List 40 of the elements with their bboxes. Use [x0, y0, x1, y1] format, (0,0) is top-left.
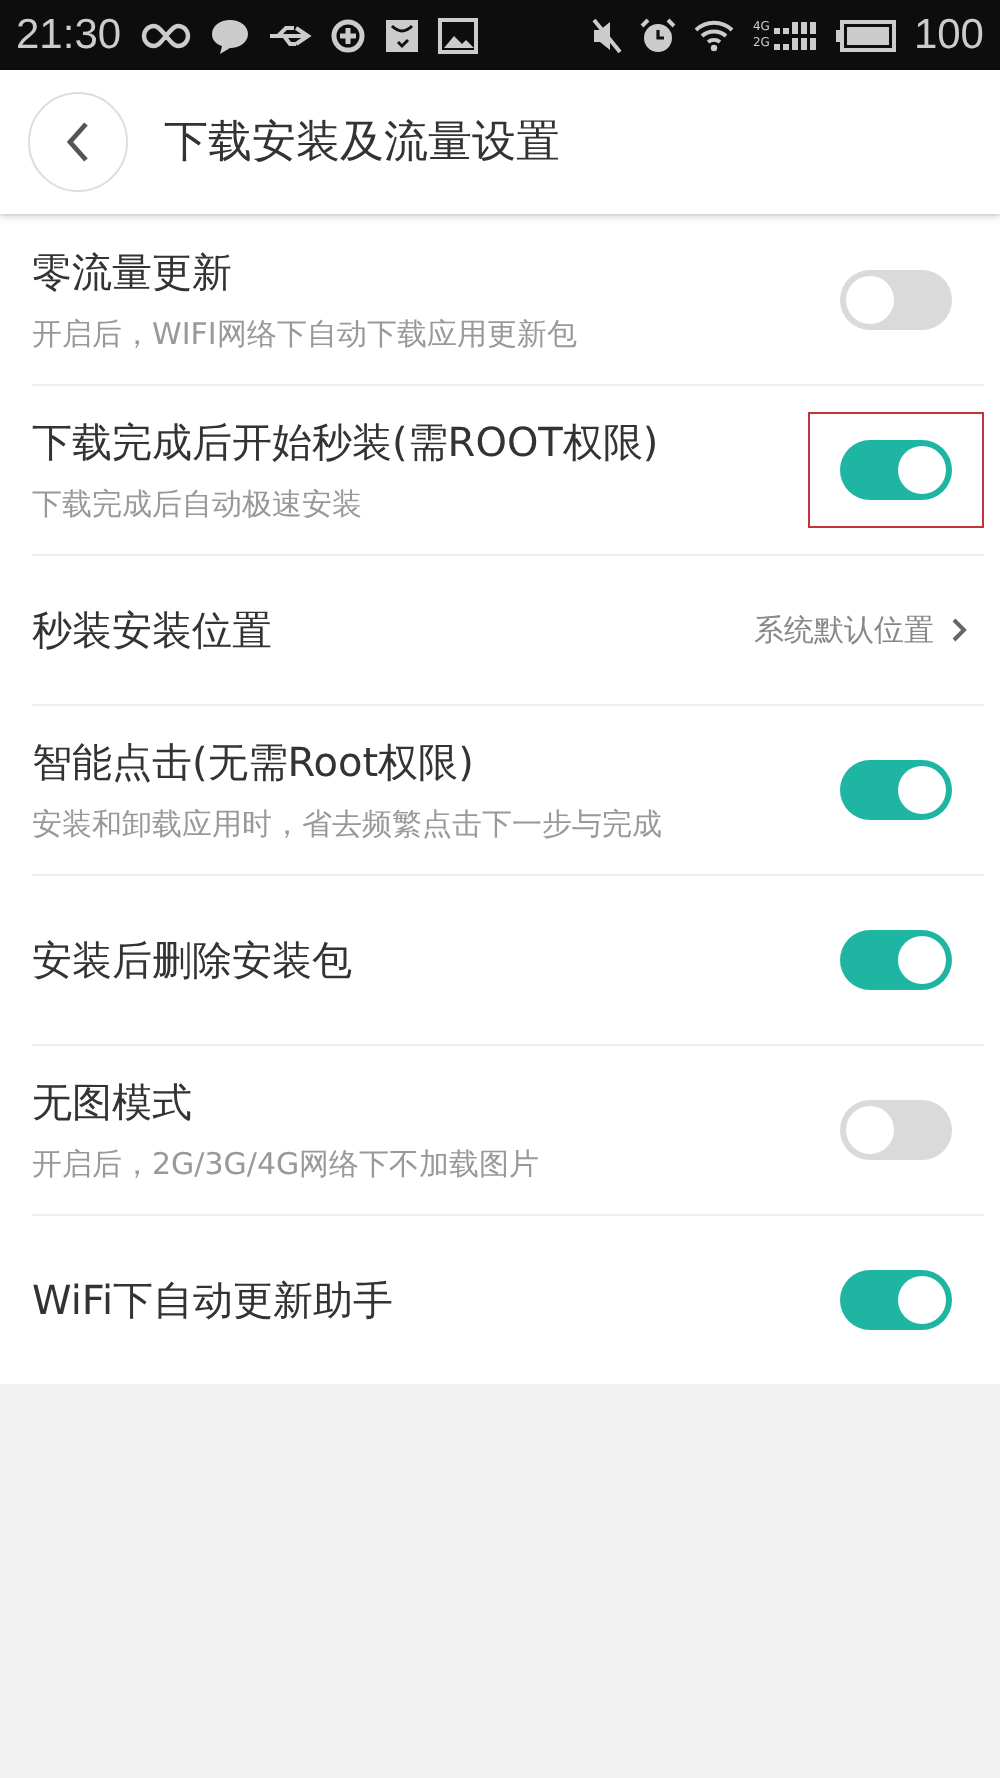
battery-icon: [835, 19, 896, 51]
chevron-right-icon: [950, 616, 968, 644]
setting-title: 安装后删除安装包: [32, 933, 352, 987]
inbox-check-icon: [383, 17, 420, 53]
setting-row[interactable]: WiFi下自动更新助手: [32, 1216, 984, 1384]
wifi-icon: [694, 19, 735, 51]
setting-description: 开启后，2G/3G/4G网络下不加载图片: [32, 1146, 540, 1184]
setting-title: 零流量更新: [32, 246, 234, 300]
setting-title: 下载完成后开始秒装(需ROOT权限): [32, 416, 659, 470]
setting-row[interactable]: 下载完成后开始秒装(需ROOT权限) 下载完成后自动极速安装: [32, 386, 984, 556]
toggle-switch[interactable]: [840, 440, 952, 500]
infinity-icon: [139, 19, 192, 51]
image-icon: [437, 17, 478, 53]
alarm-clock-icon: [640, 17, 677, 53]
mute-icon: [590, 17, 623, 53]
usb-icon: [267, 21, 312, 49]
setting-value: 系统默认位置: [754, 611, 934, 649]
setting-title: 无图模式: [32, 1076, 194, 1130]
setting-description: 安装和卸载应用时，省去频繁点击下一步与完成: [32, 806, 662, 844]
setting-row[interactable]: 智能点击(无需Root权限) 安装和卸载应用时，省去频繁点击下一步与完成: [32, 706, 984, 876]
toggle-switch[interactable]: [840, 1100, 952, 1160]
setting-description: 下载完成后自动极速安装: [32, 486, 364, 524]
setting-row[interactable]: 无图模式 开启后，2G/3G/4G网络下不加载图片: [32, 1046, 984, 1216]
toggle-switch[interactable]: [840, 270, 952, 330]
setting-row[interactable]: 安装后删除安装包: [32, 876, 984, 1046]
setting-title: WiFi下自动更新助手: [32, 1273, 393, 1327]
setting-description: 开启后，WIFI网络下自动下载应用更新包: [32, 316, 577, 354]
page-title: 下载安装及流量设置: [164, 116, 560, 172]
battery-level: 100: [913, 11, 984, 59]
clock-time: 21:30: [16, 11, 122, 59]
toggle-switch[interactable]: [840, 930, 952, 990]
back-button[interactable]: [28, 92, 128, 192]
setting-title: 智能点击(无需Root权限): [32, 736, 476, 790]
setting-row[interactable]: 秒装安装位置 系统默认位置: [32, 556, 984, 706]
setting-row[interactable]: 零流量更新 开启后，WIFI网络下自动下载应用更新包: [32, 216, 984, 386]
toggle-switch[interactable]: [840, 1270, 952, 1330]
toggle-switch[interactable]: [840, 760, 952, 820]
chat-bubble-icon: [209, 17, 250, 53]
setting-title: 秒装安装位置: [32, 603, 272, 657]
sync-plus-icon: [329, 17, 366, 53]
